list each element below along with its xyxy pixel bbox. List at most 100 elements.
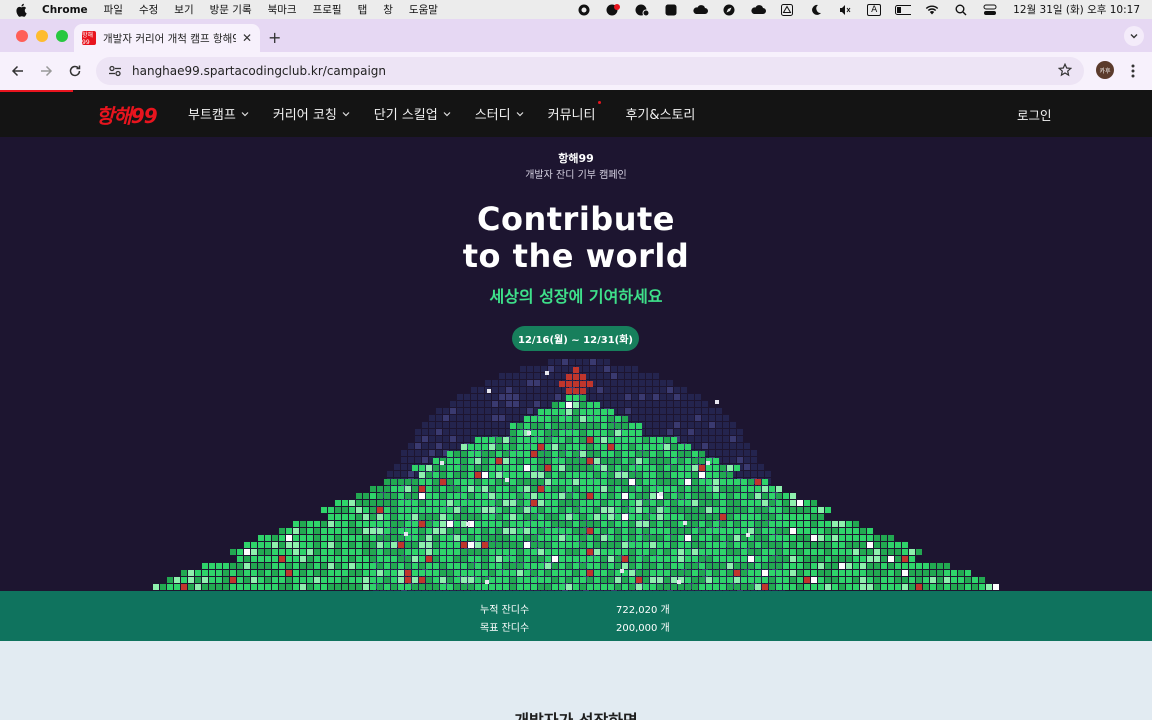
active-tab[interactable]: 항해99 개발자 커리어 개척 캠프 항해99 | 항해 ✕ bbox=[74, 24, 260, 52]
bookmark-star-icon[interactable] bbox=[1057, 62, 1073, 80]
tree-cell bbox=[510, 430, 516, 436]
menu-app-name[interactable]: Chrome bbox=[42, 4, 88, 16]
timer-app-icon[interactable] bbox=[634, 4, 650, 16]
tree-cell bbox=[503, 465, 509, 471]
tree-cell bbox=[888, 570, 894, 576]
speaker-muted-icon[interactable] bbox=[837, 4, 853, 16]
tree-cell bbox=[930, 584, 936, 590]
menu-file[interactable]: 파일 bbox=[104, 2, 123, 17]
cloud-icon[interactable] bbox=[692, 4, 709, 16]
close-window-button[interactable] bbox=[16, 30, 28, 42]
nav-career-coaching[interactable]: 커리어 코칭 bbox=[273, 104, 350, 123]
tree-cell bbox=[454, 507, 460, 513]
cloud-sync-icon[interactable] bbox=[750, 4, 767, 16]
new-tab-button[interactable]: + bbox=[268, 28, 281, 47]
menu-history[interactable]: 방문 기록 bbox=[210, 2, 252, 17]
tree-star-cell bbox=[580, 374, 586, 380]
tree-cell bbox=[531, 570, 537, 576]
tree-cell bbox=[615, 584, 621, 590]
forward-button[interactable] bbox=[36, 61, 56, 81]
wifi-icon[interactable] bbox=[924, 4, 940, 16]
tab-close-icon[interactable]: ✕ bbox=[242, 31, 252, 45]
tree-cell bbox=[972, 584, 978, 590]
tree-cell bbox=[503, 528, 509, 534]
chrome-menu-icon[interactable] bbox=[1126, 61, 1140, 81]
tree-cell bbox=[818, 584, 824, 590]
menu-profiles[interactable]: 프로필 bbox=[313, 2, 342, 17]
menu-view[interactable]: 보기 bbox=[174, 2, 193, 17]
apple-icon[interactable] bbox=[14, 3, 28, 17]
back-button[interactable] bbox=[8, 61, 28, 81]
tree-cell bbox=[797, 577, 803, 583]
menu-help[interactable]: 도움말 bbox=[409, 2, 438, 17]
profile-avatar[interactable]: 카후 bbox=[1096, 61, 1114, 79]
nav-bootcamp[interactable]: 부트캠프 bbox=[188, 104, 249, 123]
grid-cell bbox=[450, 429, 456, 435]
tree-cell bbox=[923, 563, 929, 569]
moon-icon[interactable] bbox=[808, 4, 824, 16]
tree-cell bbox=[608, 563, 614, 569]
grid-cell bbox=[723, 436, 729, 442]
grid-cell bbox=[639, 380, 645, 386]
nav-study[interactable]: 스터디 bbox=[475, 104, 524, 123]
control-center-icon[interactable] bbox=[982, 4, 998, 16]
menu-bookmarks[interactable]: 북마크 bbox=[268, 2, 297, 17]
site-logo[interactable]: 항해99 bbox=[96, 100, 158, 129]
tree-cell bbox=[706, 500, 712, 506]
grid-cell bbox=[709, 429, 715, 435]
minimize-window-button[interactable] bbox=[36, 30, 48, 42]
tree-cell bbox=[587, 409, 593, 415]
address-bar[interactable]: hanghae99.spartacodingclub.kr/campaign bbox=[96, 57, 1084, 85]
menu-window[interactable]: 창 bbox=[383, 2, 393, 17]
input-source-icon[interactable]: A bbox=[866, 3, 882, 16]
tree-cell bbox=[727, 535, 733, 541]
record-icon[interactable] bbox=[576, 4, 592, 16]
tree-cell bbox=[538, 472, 544, 478]
tree-cell bbox=[545, 542, 551, 548]
nav-community[interactable]: 커뮤니티 bbox=[548, 101, 602, 123]
grid-cell bbox=[709, 415, 715, 421]
menubar-clock[interactable]: 12월 31일 (화) 오후 10:17 bbox=[1013, 2, 1140, 17]
tree-cell bbox=[384, 542, 390, 548]
tree-cell bbox=[706, 465, 712, 471]
grid-cell bbox=[394, 471, 400, 477]
tree-cell bbox=[293, 528, 299, 534]
tree-cell bbox=[524, 542, 530, 548]
tree-cell bbox=[328, 535, 334, 541]
drive-icon[interactable] bbox=[779, 3, 795, 16]
tree-cell bbox=[328, 507, 334, 513]
tree-cell bbox=[510, 444, 516, 450]
tree-cell bbox=[594, 486, 600, 492]
grid-cell bbox=[478, 408, 484, 414]
grid-cell bbox=[506, 394, 512, 400]
tree-cell bbox=[699, 584, 705, 590]
site-settings-icon[interactable] bbox=[108, 65, 122, 77]
tree-cell bbox=[419, 563, 425, 569]
reload-button[interactable] bbox=[65, 61, 85, 81]
tree-cell bbox=[524, 577, 530, 583]
tree-cell bbox=[524, 535, 530, 541]
tree-cell bbox=[384, 500, 390, 506]
menu-tab[interactable]: 탭 bbox=[358, 2, 368, 17]
snowflake bbox=[404, 532, 408, 536]
tree-cell bbox=[251, 549, 257, 555]
status-app-icon[interactable] bbox=[663, 4, 679, 16]
tree-cell bbox=[846, 584, 852, 590]
spotlight-search-icon[interactable] bbox=[953, 4, 969, 16]
grid-cell bbox=[674, 415, 680, 421]
tree-cell bbox=[608, 535, 614, 541]
compass-icon[interactable] bbox=[721, 4, 737, 16]
menu-edit[interactable]: 수정 bbox=[139, 2, 158, 17]
tree-cell bbox=[531, 458, 537, 464]
login-button[interactable]: 로그인 bbox=[1017, 105, 1052, 124]
tree-cell bbox=[713, 584, 719, 590]
zoom-window-button[interactable] bbox=[56, 30, 68, 42]
tree-cell bbox=[419, 493, 425, 499]
tree-cell bbox=[790, 521, 796, 527]
nav-short-skillup[interactable]: 단기 스킬업 bbox=[374, 104, 451, 123]
battery-icon[interactable] bbox=[895, 4, 912, 16]
tree-cell bbox=[671, 528, 677, 534]
tab-search-button[interactable] bbox=[1124, 26, 1144, 46]
nav-reviews-stories[interactable]: 후기&스토리 bbox=[625, 104, 695, 123]
notification-app-icon[interactable] bbox=[605, 3, 621, 16]
